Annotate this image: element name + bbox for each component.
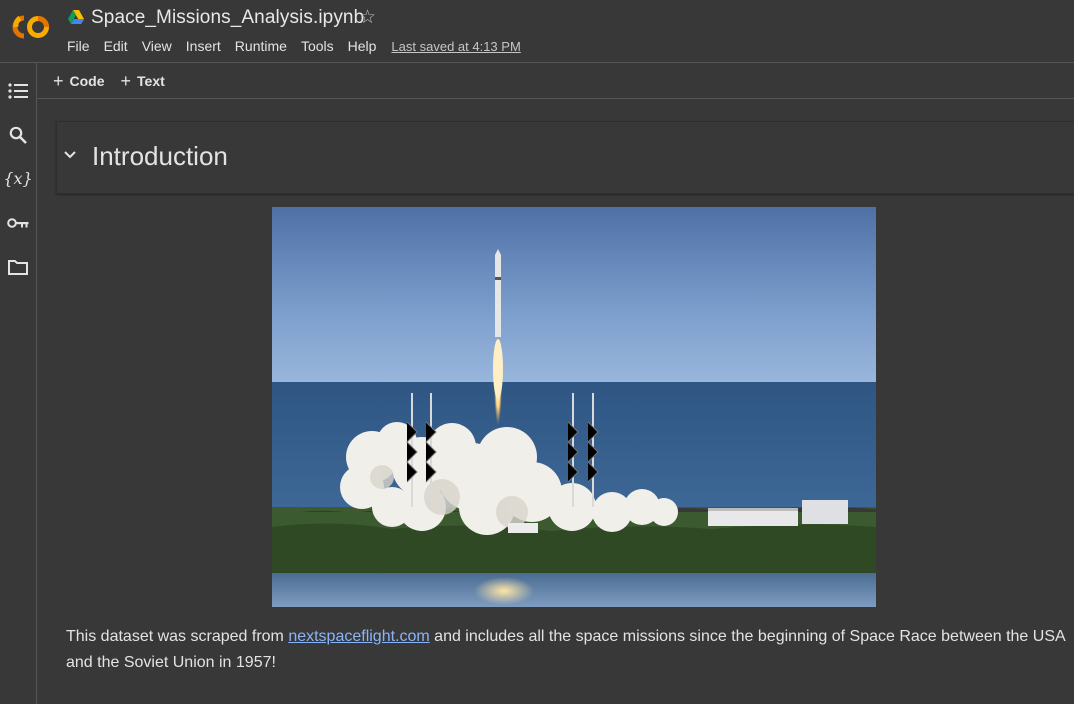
colab-logo[interactable] xyxy=(10,12,52,42)
search-icon[interactable] xyxy=(4,121,32,149)
header: Space_Missions_Analysis.ipynb ☆ File Edi… xyxy=(0,0,1074,63)
rocket-launch-image xyxy=(272,207,876,607)
notebook-title[interactable]: Space_Missions_Analysis.ipynb xyxy=(91,7,364,29)
add-code-label: Code xyxy=(69,72,105,89)
section-header-cell[interactable]: Introduction xyxy=(56,121,1074,194)
menu-view[interactable]: View xyxy=(142,38,172,54)
table-of-contents-icon[interactable] xyxy=(4,77,32,105)
intro-paragraph: This dataset was scraped from nextspacef… xyxy=(66,624,1074,676)
section-title: Introduction xyxy=(92,141,228,171)
menu-insert[interactable]: Insert xyxy=(186,38,221,54)
plus-icon: + xyxy=(53,70,64,91)
left-rail: {x} xyxy=(0,63,37,704)
add-text-cell-button[interactable]: + Text xyxy=(121,72,165,90)
last-saved-link[interactable]: Last saved at 4:13 PM xyxy=(391,39,520,54)
nextspaceflight-link[interactable]: nextspaceflight.com xyxy=(288,628,429,645)
menubar: File Edit View Insert Runtime Tools Help… xyxy=(67,37,521,55)
intro-text-before: This dataset was scraped from xyxy=(66,628,289,645)
star-icon[interactable]: ☆ xyxy=(359,7,376,29)
folder-icon[interactable] xyxy=(4,253,32,281)
key-icon[interactable] xyxy=(4,209,32,237)
menu-file[interactable]: File xyxy=(67,38,90,54)
add-text-label: Text xyxy=(137,72,165,89)
plus-icon: + xyxy=(120,70,132,91)
menu-help[interactable]: Help xyxy=(348,38,377,54)
add-code-cell-button[interactable]: + Code xyxy=(53,72,105,90)
google-drive-icon[interactable] xyxy=(68,10,84,24)
menu-tools[interactable]: Tools xyxy=(301,38,334,54)
chevron-down-icon[interactable] xyxy=(63,148,77,162)
variables-icon[interactable]: {x} xyxy=(3,164,32,192)
menu-edit[interactable]: Edit xyxy=(104,38,128,54)
menu-runtime[interactable]: Runtime xyxy=(235,38,287,54)
cell-toolbar: + Code + Text xyxy=(37,63,1074,99)
